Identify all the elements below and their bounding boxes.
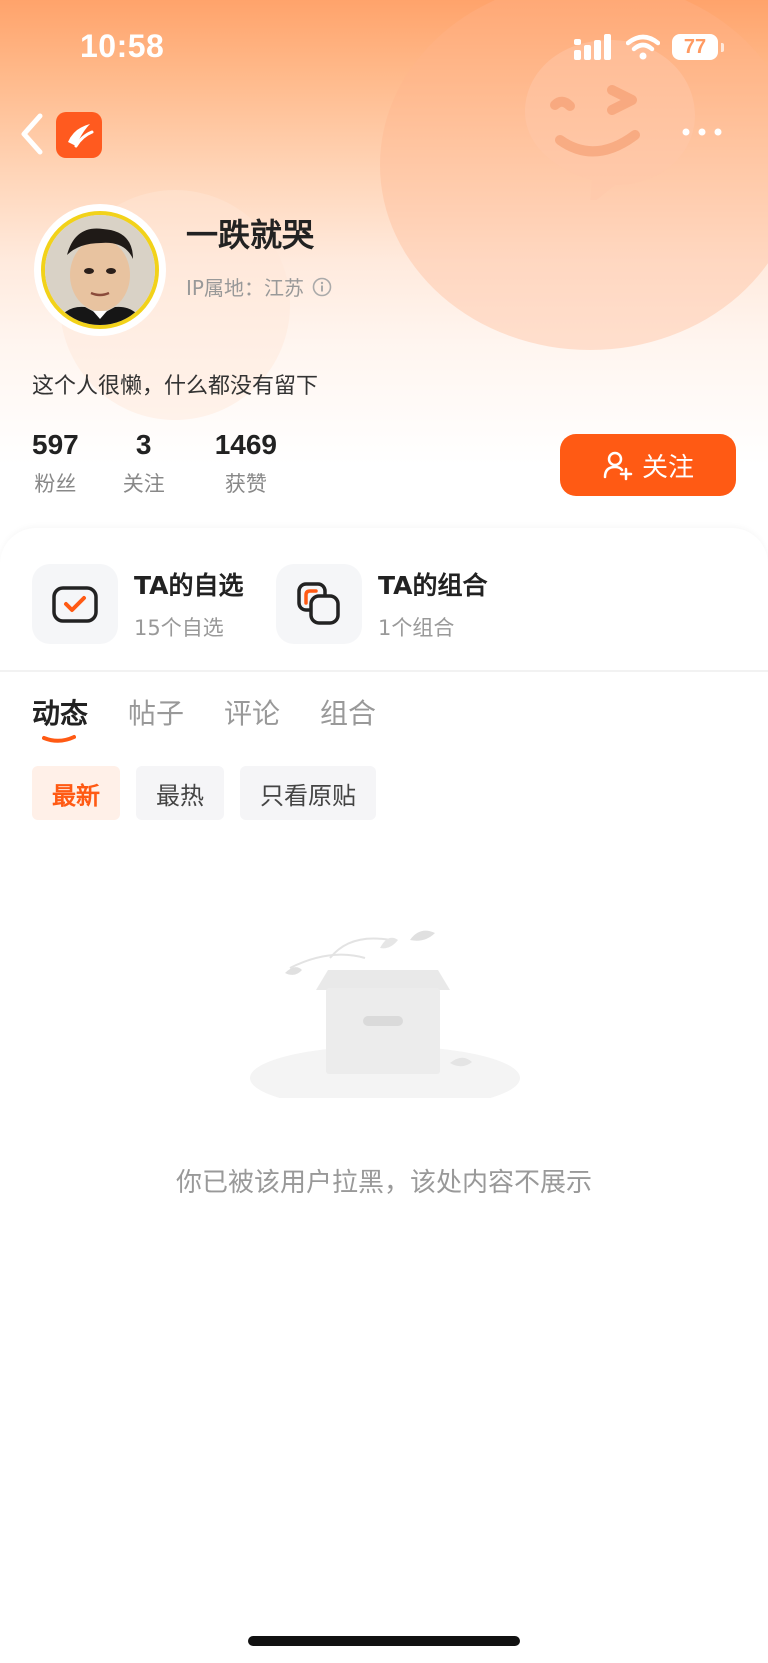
- content-card: TA的自选 15个自选 TA的组合 1个组合 动态 帖子 评论 组合 最新 最热…: [0, 528, 768, 1663]
- tab-posts[interactable]: 帖子: [128, 692, 184, 732]
- battery-indicator: 77: [672, 34, 724, 60]
- watchlist-link[interactable]: TA的自选 15个自选: [32, 564, 243, 644]
- avatar-image: [41, 211, 159, 329]
- filter-original-only[interactable]: 只看原贴: [240, 766, 376, 820]
- signal-icon: [574, 34, 611, 60]
- filter-chips: 最新 最热 只看原贴: [32, 766, 376, 820]
- follow-button-label: 关注: [641, 452, 694, 483]
- stat-fans[interactable]: 597 粉丝: [32, 428, 79, 498]
- stat-likes: 1469 获赞: [215, 428, 277, 498]
- divider: [0, 670, 768, 672]
- add-user-icon: [603, 451, 633, 481]
- bio: 这个人很懒，什么都没有留下: [32, 374, 319, 399]
- username: 一跌就哭: [186, 216, 315, 254]
- filter-latest[interactable]: 最新: [32, 766, 120, 820]
- tab-comments[interactable]: 评论: [224, 692, 280, 732]
- stat-label: 获赞: [224, 472, 267, 496]
- stat-label: 粉丝: [34, 472, 77, 496]
- follow-button[interactable]: 关注: [560, 434, 736, 496]
- info-icon[interactable]: [312, 277, 332, 297]
- status-bar: 10:58 77: [0, 0, 768, 100]
- tab-bar: 动态 帖子 评论 组合: [32, 692, 376, 732]
- portfolio-icon: [276, 564, 362, 644]
- watchlist-title: TA的自选: [134, 571, 244, 600]
- tab-activity[interactable]: 动态: [32, 692, 88, 732]
- empty-state-message: 你已被该用户拉黑，该处内容不展示: [175, 1168, 592, 1198]
- filter-hottest[interactable]: 最热: [136, 766, 224, 820]
- stats-row: 597 粉丝 3 关注 1469 获赞: [32, 428, 321, 498]
- chevron-left-icon[interactable]: [18, 110, 48, 158]
- stat-value: 597: [32, 429, 79, 460]
- empty-box-illustration: [250, 930, 520, 1098]
- tab-active-indicator: [42, 735, 76, 743]
- home-indicator[interactable]: [248, 1636, 520, 1646]
- portfolio-title: TA的组合: [378, 571, 488, 600]
- ip-location: IP属地：江苏: [186, 272, 332, 301]
- portfolio-count: 1个组合: [378, 616, 455, 640]
- status-icons: 77: [574, 34, 724, 60]
- portfolio-link[interactable]: TA的组合 1个组合: [276, 564, 487, 644]
- avatar[interactable]: [34, 204, 166, 336]
- wifi-icon: [626, 34, 660, 60]
- watchlist-count: 15个自选: [134, 616, 224, 640]
- more-icon[interactable]: [680, 124, 724, 140]
- status-time: 10:58: [80, 28, 165, 64]
- stat-value: 1469: [214, 429, 278, 460]
- tab-portfolios[interactable]: 组合: [320, 692, 376, 732]
- ip-location-text: IP属地：江苏: [186, 276, 304, 300]
- app-logo-icon: [56, 112, 102, 158]
- stat-label: 关注: [122, 472, 165, 496]
- watchlist-icon: [32, 564, 118, 644]
- stat-value: 3: [135, 429, 152, 460]
- stat-following[interactable]: 3 关注: [123, 428, 165, 498]
